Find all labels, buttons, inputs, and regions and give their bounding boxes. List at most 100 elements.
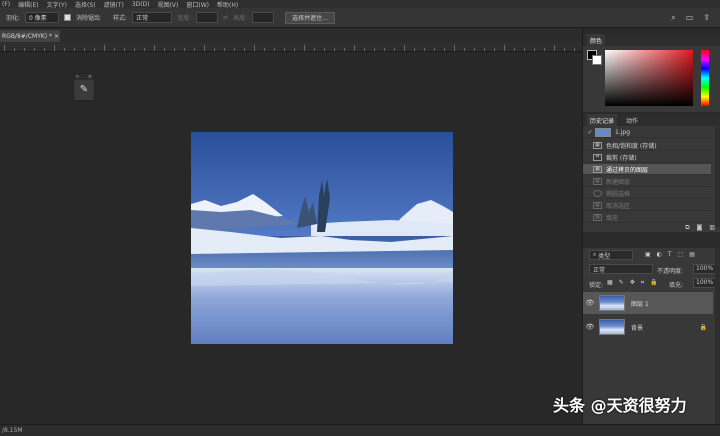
ruler-tick: [394, 48, 395, 51]
ruler-tick: [464, 48, 465, 51]
lock-transparent-icon[interactable]: ▦: [607, 279, 613, 287]
camera-icon[interactable]: ◙: [697, 224, 703, 232]
horizontal-ruler: [0, 42, 582, 52]
lock-icon: 🔒: [699, 323, 707, 331]
tab-color[interactable]: 颜色: [587, 34, 606, 46]
menu-3d[interactable]: 3D(D): [132, 1, 150, 8]
menu-filter[interactable]: 滤镜(T): [103, 0, 123, 9]
lock-icons: ▦ ✎ ✥ ⌗ 🔒: [607, 279, 658, 287]
history-step-icon: ▦: [593, 213, 602, 221]
ruler-tick: [244, 48, 245, 51]
ruler-tick: [504, 45, 505, 51]
eyedropper-icon[interactable]: ✎: [74, 80, 94, 100]
history-scrollbar[interactable]: [715, 127, 720, 227]
layers-scrollbar[interactable]: [715, 248, 720, 424]
snapshot-thumbnail: [595, 127, 611, 137]
style-label: 样式:: [113, 15, 128, 22]
ruler-tick: [174, 48, 175, 51]
ruler-tick: [524, 48, 525, 51]
workspace-icon[interactable]: ▭: [686, 13, 694, 23]
blend-mode-select[interactable]: 正常: [589, 264, 653, 274]
eye-icon[interactable]: 👁: [583, 299, 597, 307]
ruler-tick: [104, 45, 105, 51]
canvas-image[interactable]: [191, 132, 453, 344]
menu-bar: (F) 编辑(E) 文字(Y) 选择(S) 滤镜(T) 3D(D) 视图(V) …: [0, 0, 720, 8]
history-item[interactable]: ▦ 填充: [583, 212, 711, 223]
opacity-label: 不透明度:: [657, 268, 684, 275]
crop-icon: ⌗: [593, 153, 602, 161]
history-step-icon: ▦: [593, 165, 602, 173]
menu-help[interactable]: 帮助(H): [217, 0, 238, 9]
layer-thumbnail: [599, 319, 625, 335]
history-step-icon: ▦: [593, 177, 602, 185]
tab-actions[interactable]: 动作: [623, 114, 641, 126]
smart-filter-icon[interactable]: ▤: [689, 251, 695, 258]
layer-row[interactable]: 👁 背景 🔒: [583, 316, 713, 338]
pixel-filter-icon[interactable]: ▣: [645, 251, 651, 258]
layer-filter-icons: ▣ ◐ T ⬚ ▤: [645, 251, 695, 258]
background-color-swatch[interactable]: [592, 55, 602, 65]
history-item[interactable]: ▦ 取消选区: [583, 200, 711, 211]
menu-edit[interactable]: 编辑(E): [18, 0, 38, 9]
eye-icon[interactable]: 👁: [583, 323, 597, 331]
adjustment-filter-icon[interactable]: ◐: [657, 251, 662, 258]
type-filter-icon[interactable]: T: [668, 251, 672, 258]
fill-input[interactable]: 100%: [693, 278, 717, 288]
ruler-tick: [444, 48, 445, 51]
menu-file[interactable]: (F): [2, 1, 10, 8]
ruler-tick: [44, 48, 45, 51]
ruler-tick: [264, 48, 265, 51]
snow-landscape-image: [191, 132, 453, 344]
layer-filter-select[interactable]: ⌕ 类型: [589, 250, 633, 260]
color-panel-header: 颜色: [583, 34, 720, 46]
ruler-tick: [414, 48, 415, 51]
shape-filter-icon[interactable]: ⬚: [678, 251, 684, 258]
history-item[interactable]: ✓ 1.jpg: [583, 127, 711, 138]
ruler-tick: [154, 45, 155, 51]
history-step-icon: ▦: [593, 141, 602, 149]
history-item[interactable]: 椭圆选框: [583, 188, 711, 199]
feather-input[interactable]: 0 像素: [25, 12, 60, 23]
style-select[interactable]: 正常: [132, 12, 173, 23]
ruler-tick: [304, 45, 305, 51]
lock-paint-icon[interactable]: ✎: [619, 279, 624, 287]
history-item[interactable]: ▦ 新建图层: [583, 176, 711, 187]
menu-type[interactable]: 文字(Y): [47, 0, 67, 9]
menu-window[interactable]: 窗口(W): [186, 0, 209, 9]
lock-artboard-icon[interactable]: ⌗: [641, 279, 644, 287]
width-input[interactable]: [196, 12, 219, 23]
ruler-tick: [204, 45, 205, 51]
fill-label: 填充:: [669, 282, 684, 289]
history-item[interactable]: ▦ 色相/饱和度 (存储): [583, 140, 711, 151]
ruler-tick: [24, 48, 25, 51]
history-item[interactable]: ▦ 通过拷贝的图层: [583, 164, 711, 175]
ruler-tick: [4, 45, 5, 51]
antialias-checkbox[interactable]: [64, 14, 72, 21]
width-label: 宽度:: [177, 15, 192, 22]
lock-label: 锁定:: [589, 282, 604, 289]
lock-all-icon[interactable]: 🔒: [650, 279, 657, 287]
lock-move-icon[interactable]: ✥: [630, 279, 635, 287]
select-and-mask-button[interactable]: 选择并遮住...: [285, 11, 335, 24]
search-icon[interactable]: ⌕: [671, 13, 675, 23]
height-input[interactable]: [252, 12, 275, 23]
tab-history[interactable]: 历史记录: [587, 114, 618, 126]
ruler-tick: [254, 45, 255, 51]
ruler-tick: [314, 48, 315, 51]
ruler-tick: [64, 48, 65, 51]
color-picker-field[interactable]: [605, 50, 693, 106]
menu-select[interactable]: 选择(S): [75, 0, 96, 9]
new-document-icon[interactable]: ⧉: [685, 224, 689, 232]
document-tab[interactable]: RGB/8#/CMYK) * ×: [0, 30, 60, 42]
history-item[interactable]: ⌗ 裁剪 (存储): [583, 152, 711, 163]
ruler-tick: [404, 45, 405, 51]
ruler-tick: [474, 48, 475, 51]
opacity-input[interactable]: 100%: [693, 264, 717, 274]
share-icon[interactable]: ⇪: [703, 13, 710, 23]
hue-slider[interactable]: [701, 50, 709, 106]
menu-view[interactable]: 视图(V): [158, 0, 179, 9]
swap-icon[interactable]: ⇄: [223, 14, 228, 21]
layer-row[interactable]: 👁 图层 1: [583, 292, 713, 314]
history-brush-icon: ✓: [587, 128, 593, 136]
ruler-tick: [344, 48, 345, 51]
